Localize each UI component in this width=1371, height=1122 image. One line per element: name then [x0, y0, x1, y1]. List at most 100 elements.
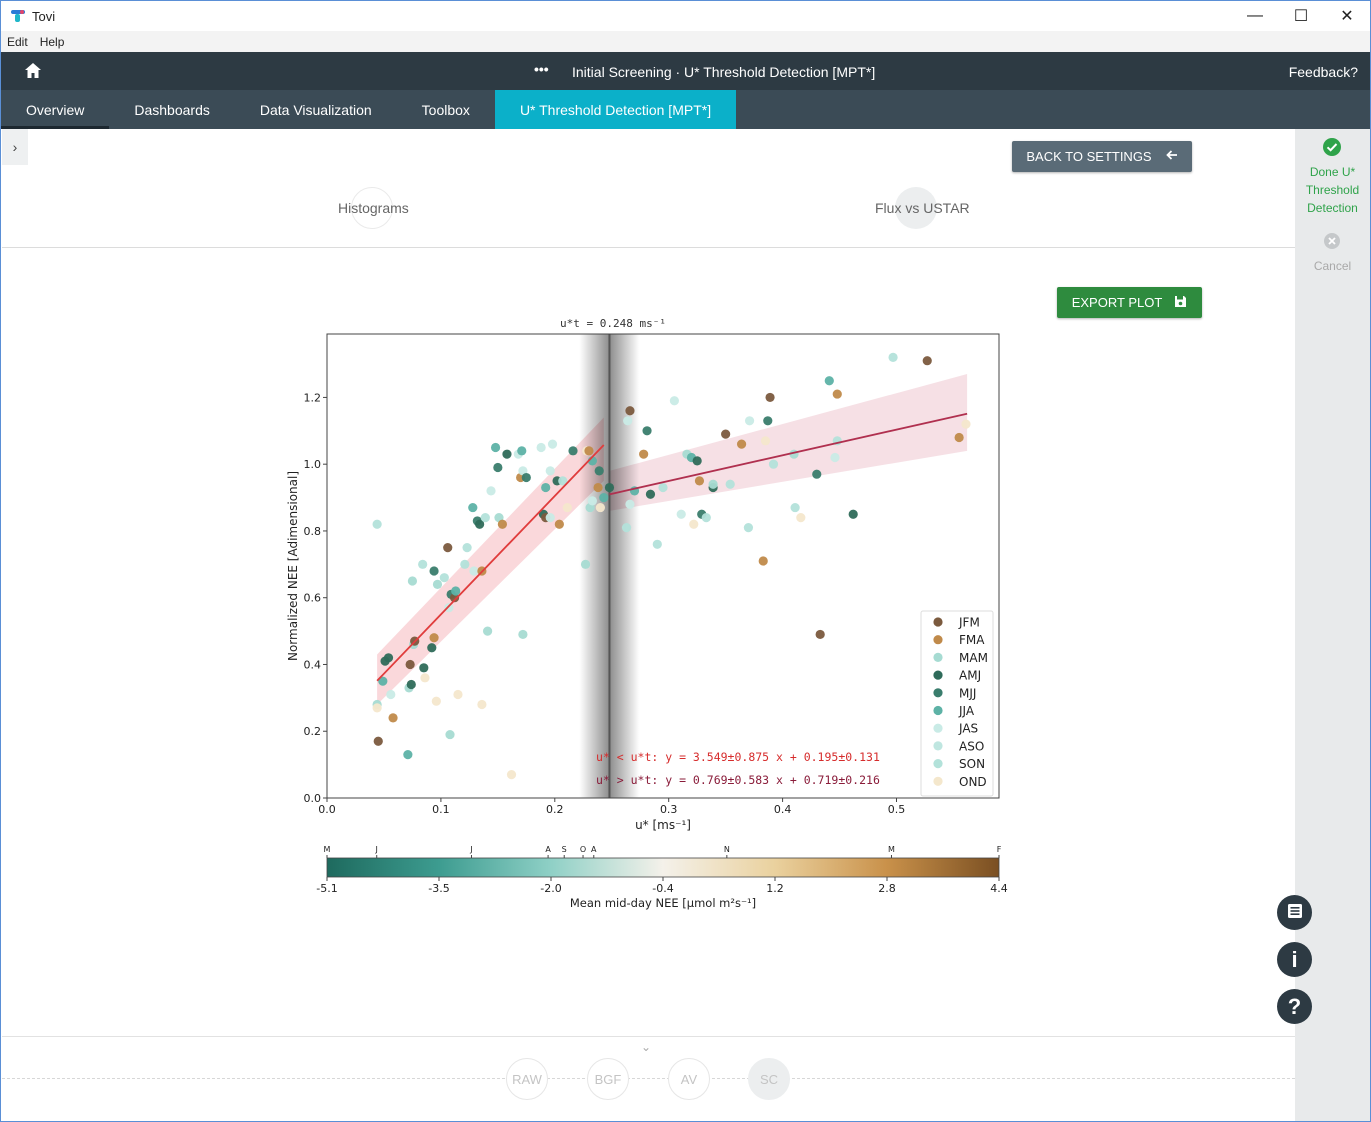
- data-point: [721, 429, 731, 439]
- pipeline-step-sc[interactable]: SC: [748, 1058, 790, 1100]
- data-point: [625, 406, 635, 416]
- legend-label: SON: [959, 757, 985, 771]
- data-point: [502, 449, 512, 459]
- data-point: [595, 502, 605, 513]
- fit-bands: [377, 374, 968, 705]
- data-point: [506, 770, 517, 780]
- colorbar-top-label: F: [997, 845, 1002, 854]
- pipeline-step-bgf[interactable]: BGF: [587, 1058, 629, 1100]
- data-point: [658, 482, 668, 493]
- right-sidebar: Done U* Threshold Detection Cancel: [1295, 129, 1370, 1121]
- export-plot-button[interactable]: EXPORT PLOT: [1057, 287, 1202, 318]
- data-point: [642, 426, 652, 436]
- save-icon: [1174, 295, 1187, 311]
- data-point: [708, 479, 718, 489]
- data-point: [373, 736, 383, 746]
- colorbar-gradient: [326, 857, 1000, 878]
- y-tick-label: 0.8: [304, 525, 322, 538]
- y-tick-label: 0.2: [304, 725, 322, 738]
- data-point: [439, 573, 449, 583]
- menu-help[interactable]: Help: [34, 35, 71, 49]
- data-point: [469, 566, 479, 576]
- cancel-button[interactable]: Cancel: [1295, 259, 1370, 273]
- step-histograms[interactable]: Histograms: [338, 187, 409, 229]
- minimize-button[interactable]: —: [1232, 1, 1278, 31]
- data-point: [744, 416, 755, 426]
- app-header: ••• Initial Screening · U* Threshold Det…: [1, 52, 1370, 90]
- legend: JFM FMA MAM AMJ MJJ JJA JAS ASO SON OND: [920, 610, 994, 797]
- data-point: [621, 523, 632, 533]
- y-tick-label: 0.6: [304, 592, 322, 605]
- data-point: [407, 576, 418, 586]
- data-point: [545, 512, 555, 523]
- feedback-link[interactable]: Feedback?: [1289, 64, 1358, 80]
- data-point: [493, 462, 503, 473]
- data-point: [482, 626, 493, 636]
- data-point: [486, 486, 496, 496]
- data-point: [547, 439, 558, 449]
- data-point: [625, 499, 635, 509]
- data-point: [477, 699, 487, 710]
- chevron-down-icon[interactable]: ⌄: [641, 1040, 651, 1054]
- data-point: [669, 396, 679, 406]
- notes-button[interactable]: [1277, 895, 1312, 930]
- close-button[interactable]: ✕: [1324, 1, 1370, 31]
- tab-toolbox[interactable]: Toolbox: [397, 90, 495, 129]
- home-icon[interactable]: [23, 61, 43, 81]
- data-point: [830, 452, 840, 463]
- pipeline-step-av[interactable]: AV: [668, 1058, 710, 1100]
- legend-marker: [933, 776, 943, 786]
- pipeline-line: [2, 1078, 1295, 1079]
- data-point: [460, 559, 470, 569]
- data-point: [490, 442, 501, 453]
- data-point: [701, 512, 711, 523]
- legend-label: ASO: [959, 739, 984, 753]
- menu-edit[interactable]: Edit: [1, 35, 34, 49]
- data-point: [562, 502, 572, 513]
- data-point: [444, 603, 454, 613]
- pipeline-step-raw[interactable]: RAW: [506, 1058, 548, 1100]
- maximize-button[interactable]: ☐: [1278, 1, 1324, 31]
- y-tick-label: 0.4: [304, 658, 322, 671]
- data-point: [587, 496, 597, 506]
- data-point: [429, 633, 439, 643]
- tab-overview[interactable]: Overview: [1, 90, 110, 129]
- data-point: [431, 696, 441, 706]
- done-button[interactable]: Done U* Threshold Detection: [1299, 163, 1366, 217]
- data-point: [386, 689, 396, 700]
- colorbar-tick-label: 1.2: [766, 882, 784, 895]
- tab-label: Data Visualization: [259, 101, 372, 118]
- data-point: [388, 713, 398, 723]
- step-flux-vs-ustar[interactable]: Flux vs USTAR: [875, 187, 970, 229]
- data-point: [427, 643, 437, 653]
- tab-dashboards[interactable]: Dashboards: [109, 90, 235, 129]
- tab-ustar-threshold[interactable]: U* Threshold Detection [MPT*]: [494, 90, 737, 129]
- data-point: [768, 459, 779, 469]
- data-point: [758, 556, 768, 566]
- data-point: [568, 446, 578, 456]
- data-point: [694, 476, 705, 486]
- data-point: [888, 352, 898, 362]
- header-title: Initial Screening · U* Threshold Detecti…: [572, 64, 876, 80]
- expand-sidebar-button[interactable]: ›: [2, 129, 28, 165]
- more-icon[interactable]: •••: [534, 61, 549, 77]
- notes-icon: [1286, 900, 1304, 926]
- y-axis-label: Normalized NEE [Adimensional]: [286, 471, 300, 661]
- check-circle-icon[interactable]: [1323, 138, 1341, 156]
- legend-marker: [933, 670, 943, 680]
- colorbar-tick-label: -2.0: [540, 882, 561, 895]
- data-point: [645, 489, 656, 499]
- data-point: [536, 442, 546, 453]
- cancel-circle-icon[interactable]: [1324, 233, 1340, 249]
- data-point: [584, 446, 594, 456]
- data-point: [594, 466, 604, 476]
- tab-label: Overview: [26, 101, 85, 118]
- back-to-settings-button[interactable]: BACK TO SETTINGS: [1012, 141, 1192, 172]
- info-button[interactable]: i: [1277, 942, 1312, 977]
- legend-marker: [933, 723, 943, 733]
- data-point: [372, 703, 382, 713]
- export-button-label: EXPORT PLOT: [1071, 295, 1163, 310]
- help-button[interactable]: ?: [1277, 989, 1312, 1024]
- legend-label: AMJ: [959, 669, 981, 683]
- tab-data-visualization[interactable]: Data Visualization: [235, 90, 397, 129]
